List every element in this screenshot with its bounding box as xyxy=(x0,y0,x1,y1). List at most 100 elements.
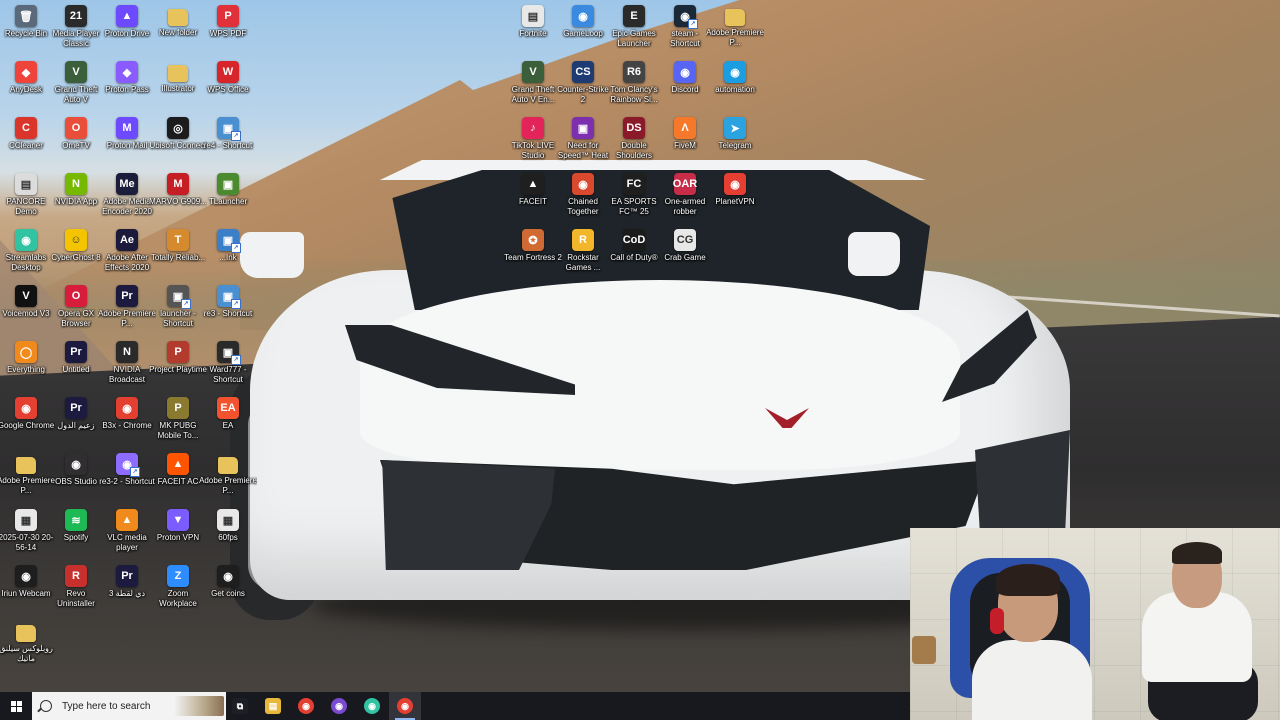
desktop-icon[interactable]: ◉ PlanetVPN xyxy=(709,173,761,207)
desktop-icon[interactable]: ▲ Proton Drive xyxy=(101,5,153,39)
desktop-icon[interactable]: ◉ GameLoop xyxy=(557,5,609,39)
desktop-icon[interactable]: Z Zoom Workplace xyxy=(152,565,204,609)
desktop-icon[interactable]: V Voicemod V3 xyxy=(0,285,52,319)
desktop-icon[interactable]: ◉ Chained Together xyxy=(557,173,609,217)
voicemod-icon: V xyxy=(15,285,37,307)
planetvpn-icon: ◉ xyxy=(724,173,746,195)
start-button[interactable] xyxy=(0,692,32,720)
desktop-icon[interactable]: ▣ ↗ re4 - Shortcut xyxy=(202,117,254,151)
desktop-icon[interactable]: CS Counter-Strike 2 xyxy=(557,61,609,105)
desktop-icon[interactable]: Adobe Premiere P... xyxy=(199,453,257,496)
desktop-icon-label: Adobe After Effects 2020 xyxy=(104,253,150,272)
desktop-icon[interactable]: Pr Untitled xyxy=(50,341,102,375)
desktop-icon[interactable]: ▲ FACEIT AC xyxy=(152,453,204,487)
desktop-icon[interactable]: 🗑 Recycle Bin xyxy=(0,5,52,39)
desktop-icon[interactable]: E Epic Games Launcher xyxy=(608,5,660,49)
desktop-icon[interactable]: V Grand Theft Auto V xyxy=(50,61,102,105)
desktop-icon[interactable]: ◎ Ubisoft Connect xyxy=(150,117,206,151)
desktop-icon[interactable]: ◉ B3x - Chrome xyxy=(101,397,153,431)
desktop-icon[interactable]: ▦ 60fps xyxy=(202,509,254,543)
desktop-icon[interactable]: Illustrator xyxy=(152,61,204,94)
desktop-icon[interactable]: DS Double Shoulders xyxy=(608,117,660,161)
taskbar-app-button[interactable]: ◉ xyxy=(356,692,388,720)
desktop-icon-label: ...Ink xyxy=(219,253,237,262)
desktop-icon[interactable]: M MARVO G909... xyxy=(149,173,207,207)
desktop-icon[interactable]: ▼ Proton VPN xyxy=(152,509,204,543)
desktop-icon-label: Epic Games Launcher xyxy=(612,29,656,48)
desktop-icon[interactable]: CoD Call of Duty® xyxy=(608,229,660,263)
desktop-icon[interactable]: ≋ Spotify xyxy=(50,509,102,543)
desktop-icon[interactable]: O OmeTV xyxy=(50,117,102,151)
desktop-icon[interactable]: ◉ Google Chrome xyxy=(0,397,54,431)
desktop-icon[interactable]: ◆ AnyDesk xyxy=(0,61,52,95)
desktop-icon[interactable]: روبلوكس سيلنق ماتيك xyxy=(0,621,53,664)
taskbar-search-box[interactable]: Type here to search xyxy=(32,692,226,720)
desktop-icon[interactable]: T Totally Reliab... xyxy=(151,229,205,263)
desktop-icon[interactable]: N NVIDIA Broadcast xyxy=(101,341,153,385)
video-file-icon: ▦ xyxy=(217,509,239,531)
desktop-icon[interactable]: P MK PUBG Mobile To... xyxy=(152,397,204,441)
desktop-icon[interactable]: Ae Adobe After Effects 2020 xyxy=(101,229,153,273)
desktop-icon[interactable]: P WPS PDF xyxy=(202,5,254,39)
desktop-icon[interactable]: Λ FiveM xyxy=(659,117,711,151)
desktop-icon[interactable]: 21 Media Player Classic xyxy=(50,5,102,49)
telegram-icon: ➤ xyxy=(724,117,746,139)
taskbar-app-button[interactable]: ⧉ xyxy=(224,692,256,720)
desktop-icon[interactable]: ▣ ↗ Ward777 - Shortcut xyxy=(202,341,254,385)
desktop-icon[interactable]: ➤ Telegram xyxy=(709,117,761,151)
desktop-icon[interactable]: W WPS Office xyxy=(202,61,254,95)
desktop-icon[interactable]: ◉ automation xyxy=(709,61,761,95)
desktop-icon[interactable]: Pr زعيم الدول xyxy=(50,397,102,431)
desktop-icon[interactable]: ✪ Team Fortress 2 xyxy=(504,229,562,263)
desktop-icon-label: Adobe Media Encoder 2020 xyxy=(102,197,152,216)
desktop-icon[interactable]: M Proton Mail xyxy=(101,117,153,151)
desktop-icon[interactable]: CG Crab Game xyxy=(659,229,711,263)
desktop-icon[interactable]: ▣ Need for Speed™ Heat xyxy=(557,117,609,161)
taskbar-app-button[interactable]: ▤ xyxy=(257,692,289,720)
desktop-icon[interactable]: ▦ 2025-07-30 20-56-14 xyxy=(0,509,53,553)
chained-together-icon: ◉ xyxy=(572,173,594,195)
desktop-icon[interactable]: ◆ Proton Pass xyxy=(101,61,153,95)
desktop-icon-label: NVIDIA App xyxy=(54,197,98,206)
desktop-icon[interactable]: New folder xyxy=(152,5,204,38)
desktop-icon[interactable]: R Revo Uninstaller xyxy=(50,565,102,609)
desktop-icon[interactable]: ▣ ↗ ...Ink xyxy=(202,229,254,263)
taskbar-app-button[interactable]: ◉ xyxy=(389,692,421,720)
desktop-icon[interactable]: C CCleaner xyxy=(0,117,52,151)
desktop-icon[interactable]: ◉ Discord xyxy=(659,61,711,95)
desktop-icon[interactable]: Adobe Premiere P... xyxy=(0,453,55,496)
desktop-icon[interactable]: Me Adobe Media Encoder 2020 xyxy=(101,173,153,217)
taskbar-app-button[interactable]: ◉ xyxy=(290,692,322,720)
desktop-icon[interactable]: ▲ VLC media player xyxy=(101,509,153,553)
desktop-icon[interactable]: ◉ ↗ steam - Shortcut xyxy=(659,5,711,49)
desktop-icon[interactable]: ▤ Fortnite xyxy=(507,5,559,39)
desktop-icon-label: Double Shoulders xyxy=(615,141,653,160)
desktop-icon[interactable]: ♪ TikTok LIVE Studio xyxy=(507,117,559,161)
desktop-icon[interactable]: EA EA xyxy=(202,397,254,431)
desktop-icon[interactable]: ◉ Iriun Webcam xyxy=(0,565,52,599)
desktop-icon[interactable]: V Grand Theft Auto V En... xyxy=(507,61,559,105)
desktop-icon[interactable]: Pr دي لقطة 3 xyxy=(101,565,153,599)
desktop-icon[interactable]: N NVIDIA App xyxy=(50,173,102,207)
desktop-icon[interactable]: Pr Adobe Premiere P... xyxy=(98,285,156,329)
desktop-icon[interactable]: P Project Playtime xyxy=(149,341,207,375)
desktop-icon[interactable]: ▣ ↗ re3 - Shortcut xyxy=(202,285,254,319)
desktop-icon[interactable]: ▲ FACEIT xyxy=(507,173,559,207)
desktop-icon[interactable]: ◯ Everything xyxy=(0,341,52,375)
desktop-icon[interactable]: OAR One-armed robber xyxy=(659,173,711,217)
desktop-icon[interactable]: ▤ PANCORE Demo xyxy=(0,173,52,217)
desktop-icon[interactable]: ◉ ↗ re3-2 - Shortcut xyxy=(99,453,155,487)
desktop-icon[interactable]: ▣ ↗ launcher - Shortcut xyxy=(152,285,204,329)
desktop-icon[interactable]: ▣ TLauncher xyxy=(202,173,254,207)
desktop-icon[interactable]: ☺ CyberGhost 8 xyxy=(50,229,102,263)
desktop-icon[interactable]: ◉ Get coins xyxy=(202,565,254,599)
desktop-icon[interactable]: R6 Tom Clancy's Rainbow Si... xyxy=(608,61,660,105)
desktop-icon[interactable]: FC EA SPORTS FC™ 25 xyxy=(608,173,660,217)
desktop-icon[interactable]: Adobe Premiere P... xyxy=(706,5,764,48)
spotify-icon: ≋ xyxy=(65,509,87,531)
desktop-icon[interactable]: ◉ Streamlabs Desktop xyxy=(0,229,52,273)
taskbar-app-button[interactable]: ◉ xyxy=(323,692,355,720)
desktop-icon[interactable]: O Opera GX Browser xyxy=(50,285,102,329)
desktop-icon[interactable]: R Rockstar Games ... xyxy=(557,229,609,273)
desktop-icon[interactable]: ◉ OBS Studio xyxy=(50,453,102,487)
